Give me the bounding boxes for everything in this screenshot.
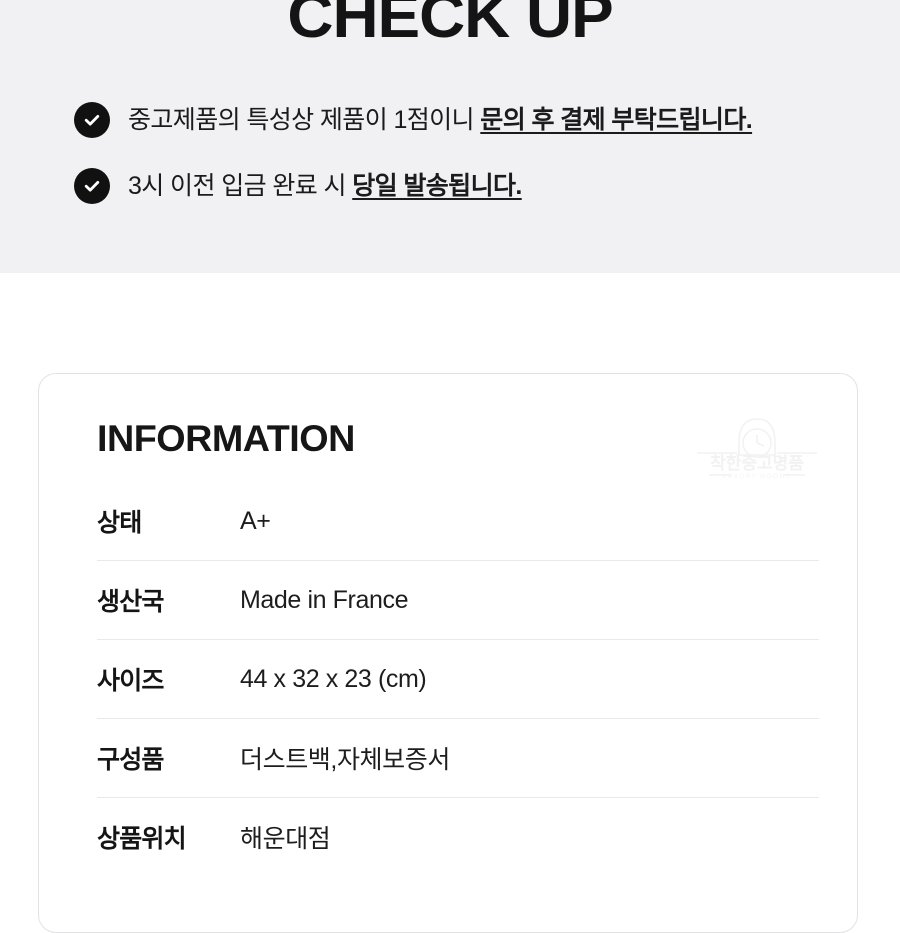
watermark-brand-text: 착한중고명품 xyxy=(710,454,804,473)
list-item-text-emphasis: 문의 후 결제 부탁드립니다. xyxy=(480,106,753,134)
table-row-value: Made in France xyxy=(240,585,409,614)
table-row: 사이즈 44 x 32 x 23 (cm) xyxy=(97,639,819,718)
list-item-text-plain: 3시 이전 입금 완료 시 xyxy=(128,172,353,200)
check-circle-icon xyxy=(74,168,110,204)
checkup-banner: CHECK UP 중고제품의 특성상 제품이 1점이니 문의 후 결제 부탁드립… xyxy=(0,0,900,273)
information-heading: INFORMATION xyxy=(97,418,355,459)
table-row: 구성품 더스트백,자체보증서 xyxy=(97,718,819,797)
table-row-label: 사이즈 xyxy=(97,667,164,695)
table-row-label: 생산국 xyxy=(97,588,164,616)
list-item-text-plain: 중고제품의 특성상 제품이 1점이니 xyxy=(128,106,481,134)
checkup-bullet-list: 중고제품의 특성상 제품이 1점이니 문의 후 결제 부탁드립니다. 3시 이전… xyxy=(74,100,874,232)
table-row-value: 해운대점 xyxy=(240,825,331,853)
information-table: 상태 A+ 생산국 Made in France 사이즈 44 x 32 x 2… xyxy=(97,482,819,876)
table-row-value: 44 x 32 x 23 (cm) xyxy=(240,664,427,693)
list-item: 중고제품의 특성상 제품이 1점이니 문의 후 결제 부탁드립니다. xyxy=(74,100,874,140)
table-row: 상품위치 해운대점 xyxy=(97,797,819,876)
table-row-value: 더스트백,자체보증서 xyxy=(240,746,450,774)
table-row: 생산국 Made in France xyxy=(97,560,819,639)
information-card: INFORMATION 착한중고명품 LUXURY GOODS 상태 A+ 생산… xyxy=(38,373,858,933)
table-row-value: A+ xyxy=(240,506,271,535)
check-circle-icon xyxy=(74,102,110,138)
list-item-text-emphasis: 당일 발송됩니다. xyxy=(352,172,522,200)
table-row-label: 상태 xyxy=(97,509,142,537)
page-title: CHECK UP xyxy=(287,0,613,51)
table-row: 상태 A+ xyxy=(97,482,819,560)
brand-watermark-logo: 착한중고명품 LUXURY GOODS xyxy=(695,409,819,485)
table-row-label: 구성품 xyxy=(97,746,164,774)
table-row-label: 상품위치 xyxy=(97,825,187,853)
list-item-text: 중고제품의 특성상 제품이 1점이니 문의 후 결제 부탁드립니다. xyxy=(128,100,753,140)
watermark-tagline-text: LUXURY GOODS xyxy=(723,473,792,480)
list-item: 3시 이전 입금 완료 시 당일 발송됩니다. xyxy=(74,166,874,206)
list-item-text: 3시 이전 입금 완료 시 당일 발송됩니다. xyxy=(128,166,522,206)
